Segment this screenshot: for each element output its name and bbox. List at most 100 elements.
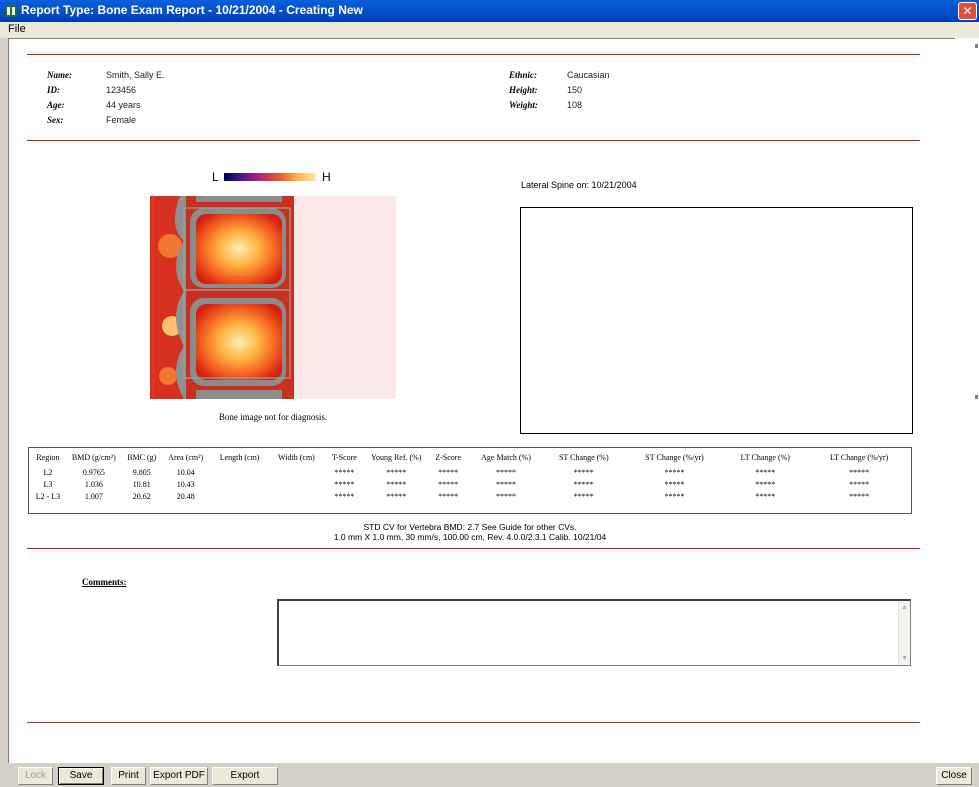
table-cell: ***** bbox=[849, 479, 870, 489]
column-header: LT Change (%/yr) bbox=[829, 452, 889, 462]
table-cell bbox=[209, 466, 271, 478]
table-cell: ***** bbox=[438, 491, 459, 501]
export-pdf-button[interactable]: Export PDF bbox=[150, 767, 208, 785]
patient-age: 44 years bbox=[106, 100, 141, 110]
table-cell: ***** bbox=[438, 479, 459, 489]
table-cell: ***** bbox=[755, 467, 776, 477]
table-cell bbox=[209, 490, 271, 502]
bone-image-caption: Bone image not for diagnosis. bbox=[218, 412, 328, 422]
column-header: Length (cm) bbox=[219, 452, 260, 462]
comments-label: Comments: bbox=[82, 577, 127, 587]
window-close-button[interactable]: ✕ bbox=[958, 2, 977, 20]
patient-weight: 108 bbox=[567, 100, 583, 110]
table-row: L2 0.9765 9.805 10.04 ***** ***** ***** … bbox=[29, 466, 911, 478]
column-header: ST Change (%) bbox=[558, 452, 609, 462]
column-header: Width (cm) bbox=[278, 452, 315, 462]
patient-sex: Female bbox=[106, 115, 137, 125]
export-dicom-button[interactable]: Export DICOM bbox=[212, 767, 278, 787]
divider bbox=[27, 548, 920, 549]
table-cell: ***** bbox=[438, 467, 459, 477]
table-cell: ***** bbox=[334, 467, 355, 477]
column-header: BMC (g) bbox=[127, 452, 157, 462]
table-cell: ***** bbox=[664, 467, 685, 477]
column-header: Area (cm²) bbox=[168, 452, 204, 462]
comments-scrollbar[interactable]: ▲ ▼ bbox=[898, 601, 910, 665]
scroll-down-icon[interactable]: ▼ bbox=[900, 654, 909, 663]
table-cell: ***** bbox=[849, 467, 870, 477]
print-button[interactable]: Print bbox=[111, 767, 146, 785]
table-cell: 10.81 bbox=[132, 479, 151, 489]
column-header: LT Change (%) bbox=[740, 452, 790, 462]
table-cell: ***** bbox=[755, 491, 776, 501]
results-table: Region BMD (g/cm²) BMC (g) Area (cm²) Le… bbox=[28, 447, 912, 514]
table-cell: ***** bbox=[386, 467, 407, 477]
table-cell: L2 bbox=[43, 467, 53, 477]
ethnic-label: Ethnic: bbox=[509, 70, 538, 80]
column-header: ST Change (%/yr) bbox=[645, 452, 704, 462]
name-label: Name: bbox=[47, 70, 72, 80]
table-cell: 20.62 bbox=[132, 491, 151, 501]
scroll-notch bbox=[975, 395, 978, 399]
table-cell: ***** bbox=[496, 479, 516, 489]
menu-file[interactable]: File bbox=[8, 23, 26, 35]
table-cell: ***** bbox=[664, 491, 685, 501]
divider bbox=[27, 54, 920, 55]
window-title: Report Type: Bone Exam Report - 10/21/20… bbox=[21, 3, 363, 17]
patient-id: 123456 bbox=[106, 85, 137, 95]
column-header: Z-Score bbox=[435, 452, 462, 462]
cv-footnote: STD CV for Vertebra BMD: 2.7 See Guide f… bbox=[363, 522, 577, 532]
table-cell: ***** bbox=[755, 479, 776, 489]
table-cell: ***** bbox=[334, 491, 355, 501]
patient-name: Smith, Sally E. bbox=[106, 70, 165, 80]
column-header: T-Score bbox=[331, 452, 357, 462]
report-window: Report Type: Bone Exam Report - 10/21/20… bbox=[0, 0, 979, 787]
report-scrollbar[interactable] bbox=[955, 38, 979, 763]
id-label: ID: bbox=[47, 85, 60, 95]
lateral-spine-image bbox=[520, 207, 913, 434]
table-cell: ***** bbox=[664, 479, 685, 489]
table-cell: ***** bbox=[573, 467, 594, 477]
menu-bar: File bbox=[0, 22, 979, 38]
table-cell: 20.48 bbox=[176, 491, 195, 501]
save-button[interactable]: Save bbox=[58, 767, 104, 785]
table-cell bbox=[271, 478, 323, 490]
table-cell: 1.036 bbox=[84, 479, 103, 489]
column-header: Region bbox=[36, 452, 60, 462]
title-bar[interactable]: Report Type: Bone Exam Report - 10/21/20… bbox=[0, 0, 979, 22]
table-cell bbox=[271, 490, 323, 502]
divider bbox=[27, 722, 920, 723]
table-cell: ***** bbox=[573, 491, 594, 501]
divider bbox=[27, 140, 920, 141]
scale-low-label: L bbox=[212, 170, 219, 184]
button-bar: Lock Save Print Export PDF Export DICOM … bbox=[0, 763, 979, 787]
lateral-spine-label: Lateral Spine on: 10/21/2004 bbox=[521, 180, 637, 190]
table-row: L2 - L3 1.007 20.62 20.48 ***** ***** **… bbox=[29, 490, 911, 502]
patient-height: 150 bbox=[567, 85, 583, 95]
scale-high-label: H bbox=[322, 170, 331, 184]
color-scale-bar bbox=[224, 173, 316, 181]
table-cell: 1.007 bbox=[84, 491, 103, 501]
close-button[interactable]: Close bbox=[936, 767, 972, 785]
table-cell: 0.9765 bbox=[82, 467, 105, 477]
table-cell: ***** bbox=[496, 467, 516, 477]
comments-textarea[interactable]: ▲ ▼ bbox=[277, 599, 911, 666]
bone-scan-image bbox=[150, 196, 396, 399]
age-label: Age: bbox=[47, 100, 65, 110]
column-header: Young Ref. (%) bbox=[370, 452, 422, 462]
table-cell: ***** bbox=[334, 479, 355, 489]
scroll-up-icon[interactable]: ▲ bbox=[900, 603, 909, 612]
table-cell: ***** bbox=[849, 491, 870, 501]
table-cell bbox=[271, 466, 323, 478]
column-header: BMD (g/cm²) bbox=[71, 452, 116, 462]
table-row: L3 1.036 10.81 10.43 ***** ***** ***** *… bbox=[29, 478, 911, 490]
table-cell: ***** bbox=[573, 479, 594, 489]
table-cell bbox=[209, 478, 271, 490]
table-cell: 10.43 bbox=[176, 479, 195, 489]
weight-label: Weight: bbox=[509, 100, 538, 110]
table-cell: L2 - L3 bbox=[35, 491, 61, 501]
scan-params-footnote: 1.0 mm X 1.0 mm, 30 mm/s, 100.00 cm, Rev… bbox=[333, 532, 607, 542]
table-cell: ***** bbox=[496, 491, 516, 501]
table-cell: ***** bbox=[386, 479, 407, 489]
scroll-notch bbox=[975, 44, 978, 48]
lock-button[interactable]: Lock bbox=[18, 767, 53, 785]
